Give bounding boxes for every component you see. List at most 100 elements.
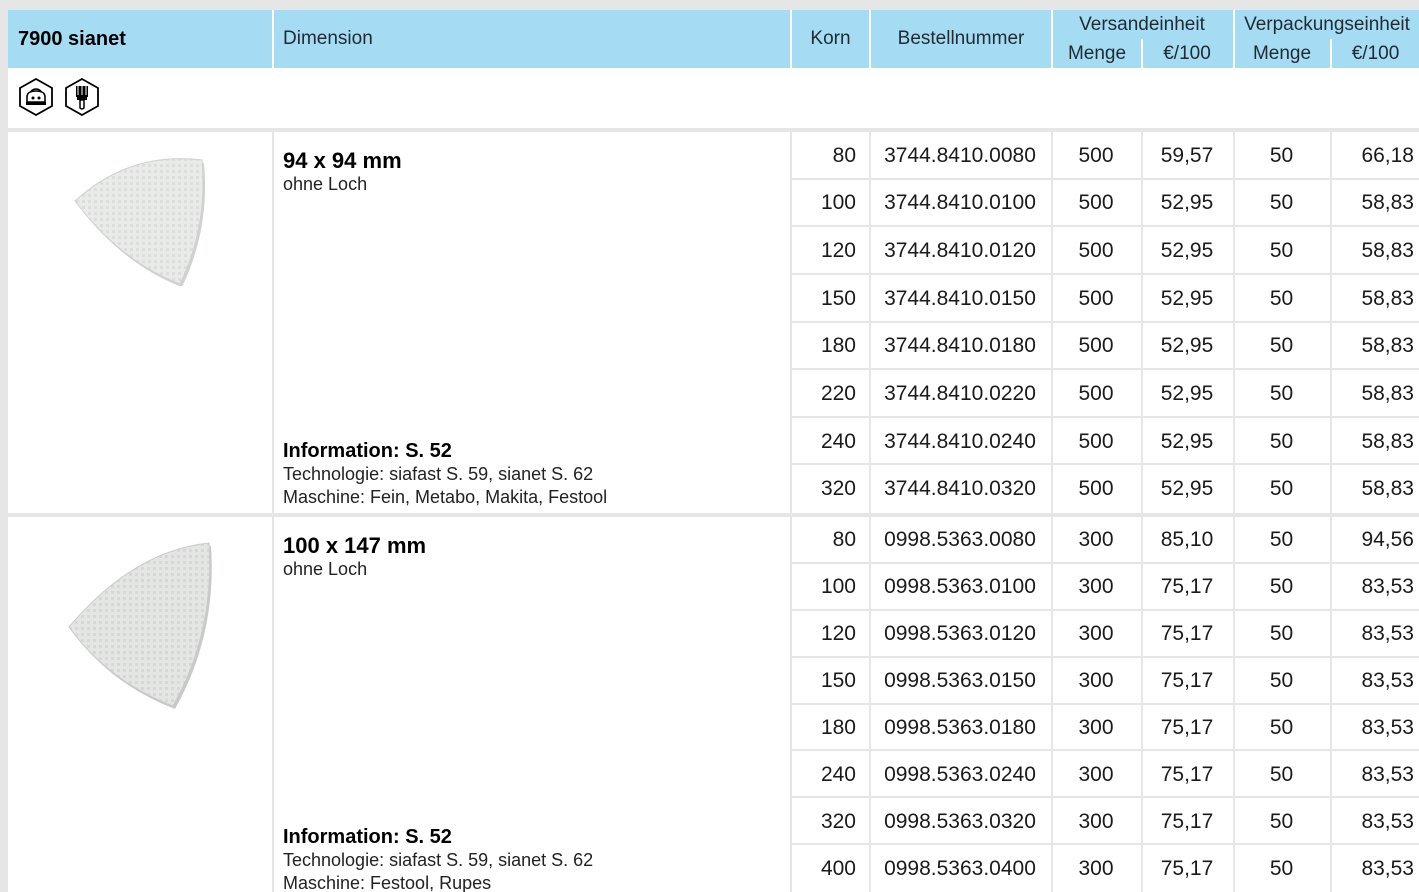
table-row: 320 0998.5363.0320 300 75,17 50 83,53	[790, 798, 1419, 846]
cell-bestellnummer: 3744.8410.0320	[884, 477, 1036, 501]
cell-versand-menge: 300	[1078, 528, 1114, 552]
cell-verpackung-menge: 50	[1269, 143, 1294, 167]
table-row: 120 3744.8410.0120 500 52,95 50 58,83	[790, 227, 1419, 275]
cell-versand-menge: 300	[1078, 715, 1114, 739]
table-row: 100 3744.8410.0100 500 52,95 50 58,83	[790, 180, 1419, 228]
cell-verpackung-menge: 50	[1269, 669, 1294, 693]
cell-verpackung-menge: 50	[1269, 575, 1294, 599]
dimension-subtitle: ohne Loch	[283, 174, 368, 194]
cell-versand-price: 75,17	[1160, 575, 1214, 599]
info-maschine: Maschine: Festool, Rupes	[283, 873, 492, 892]
cell-verpackung-menge: 50	[1269, 191, 1294, 215]
table-row: 100 0998.5363.0100 300 75,17 50 83,53	[790, 564, 1419, 611]
cell-versand-price: 85,10	[1160, 528, 1214, 552]
price-grid: 80 3744.8410.0080 500 59,57 50 66,18 100 3744.8…	[790, 132, 1419, 513]
cell-versand-price: 59,57	[1160, 143, 1214, 167]
cell-korn: 400	[820, 856, 856, 880]
cell-versand-menge: 500	[1078, 334, 1114, 358]
column-verpackung-price: €/100	[1351, 43, 1400, 64]
table-row: 150 3744.8410.0150 500 52,95 50 58,83	[790, 275, 1419, 323]
cell-versand-menge: 500	[1078, 286, 1114, 310]
product-info: Information: S. 52 Technologie: siafast …	[283, 440, 607, 509]
table-row: 150 0998.5363.0150 300 75,17 50 83,53	[790, 658, 1419, 705]
application-icons	[8, 68, 1419, 128]
product-line-title: 7900 sianet	[18, 27, 126, 50]
cell-bestellnummer: 3744.8410.0120	[884, 239, 1036, 263]
cell-verpackung-menge: 50	[1269, 622, 1294, 646]
cell-versand-price: 75,17	[1160, 622, 1214, 646]
sander-machine-icon	[19, 78, 53, 116]
cell-korn: 80	[832, 528, 856, 552]
cell-versand-price: 75,17	[1160, 809, 1214, 833]
column-verpackung-menge: Menge	[1252, 43, 1312, 64]
cell-bestellnummer: 0998.5363.0150	[884, 669, 1036, 693]
cell-verpackung-price: 58,83	[1361, 334, 1414, 358]
cell-bestellnummer: 0998.5363.0180	[884, 715, 1036, 739]
cell-versand-menge: 500	[1078, 143, 1114, 167]
column-dimension: Dimension	[283, 28, 373, 49]
info-technologie: Technologie: siafast S. 59, sianet S. 62	[283, 850, 594, 870]
cell-bestellnummer: 0998.5363.0120	[884, 622, 1036, 646]
cell-bestellnummer: 3744.8410.0240	[884, 429, 1036, 453]
sanding-sheet-image	[68, 542, 212, 709]
cell-korn: 220	[820, 381, 856, 405]
dimension-subtitle: ohne Loch	[283, 559, 368, 579]
cell-versand-menge: 500	[1078, 429, 1114, 453]
cell-versand-price: 52,95	[1160, 286, 1214, 310]
cell-verpackung-price: 83,53	[1361, 622, 1414, 646]
cell-korn: 320	[820, 809, 856, 833]
cell-verpackung-price: 58,83	[1361, 191, 1414, 215]
cell-versand-price: 52,95	[1160, 381, 1214, 405]
product-block-100x147: 100 x 147 mm ohne Loch Information: S. 5…	[8, 517, 1419, 892]
cell-verpackung-menge: 50	[1269, 429, 1294, 453]
cell-bestellnummer: 3744.8410.0150	[884, 286, 1036, 310]
cell-versand-menge: 500	[1078, 191, 1114, 215]
table-row: 180 3744.8410.0180 500 52,95 50 58,83	[790, 323, 1419, 371]
table-row: 320 3744.8410.0320 500 52,95 50 58,83	[790, 465, 1419, 513]
cell-bestellnummer: 3744.8410.0080	[884, 143, 1036, 167]
cell-korn: 120	[820, 239, 856, 263]
cell-versand-price: 75,17	[1160, 715, 1214, 739]
cell-verpackung-menge: 50	[1269, 334, 1294, 358]
cell-verpackung-menge: 50	[1269, 856, 1294, 880]
cell-verpackung-price: 58,83	[1361, 381, 1414, 405]
table-header: 7900 sianet Dimension Korn Bestellnummer…	[8, 10, 1419, 68]
cell-versand-price: 52,95	[1160, 334, 1214, 358]
cell-korn: 120	[820, 622, 856, 646]
cell-verpackung-price: 83,53	[1361, 809, 1414, 833]
cell-verpackung-menge: 50	[1269, 809, 1294, 833]
column-korn: Korn	[810, 28, 851, 49]
cell-korn: 240	[820, 762, 856, 786]
cell-versand-menge: 300	[1078, 762, 1114, 786]
cell-versand-menge: 500	[1078, 239, 1114, 263]
sanding-sheet-image	[74, 158, 206, 286]
cell-korn: 100	[820, 191, 856, 215]
info-title: Information: S. 52	[283, 440, 452, 462]
cell-verpackung-price: 58,83	[1361, 477, 1414, 501]
cell-verpackung-menge: 50	[1269, 528, 1294, 552]
cell-verpackung-price: 83,53	[1361, 715, 1414, 739]
table-row: 240 0998.5363.0240 300 75,17 50 83,53	[790, 751, 1419, 799]
cell-versand-price: 75,17	[1160, 669, 1214, 693]
column-versand-price: €/100	[1163, 43, 1211, 64]
cell-verpackung-menge: 50	[1269, 762, 1294, 786]
cell-versand-menge: 300	[1078, 809, 1114, 833]
cell-verpackung-price: 83,53	[1361, 669, 1414, 693]
cell-bestellnummer: 3744.8410.0100	[884, 191, 1036, 215]
table-row: 120 0998.5363.0120 300 75,17 50 83,53	[790, 611, 1419, 658]
cell-bestellnummer: 3744.8410.0180	[884, 334, 1036, 358]
column-verpackungseinheit: Verpackungseinheit	[1244, 14, 1410, 35]
cell-verpackung-price: 83,53	[1361, 575, 1414, 599]
cell-verpackung-menge: 50	[1269, 286, 1294, 310]
price-table: 7900 sianet Dimension Korn Bestellnummer…	[8, 10, 1419, 892]
cell-bestellnummer: 3744.8410.0220	[884, 381, 1036, 405]
cell-versand-menge: 300	[1078, 856, 1114, 880]
column-bestellnummer: Bestellnummer	[897, 28, 1025, 49]
column-versandeinheit: Versandeinheit	[1079, 14, 1205, 35]
table-row: 180 0998.5363.0180 300 75,17 50 83,53	[790, 705, 1419, 752]
cell-korn: 150	[820, 669, 856, 693]
table-row: 80 3744.8410.0080 500 59,57 50 66,18	[790, 132, 1419, 180]
table-row: 400 0998.5363.0400 300 75,17 50 83,53	[790, 845, 1419, 892]
dimension-title: 100 x 147 mm	[283, 533, 427, 558]
product-info: Information: S. 52 Technologie: siafast …	[283, 826, 593, 892]
